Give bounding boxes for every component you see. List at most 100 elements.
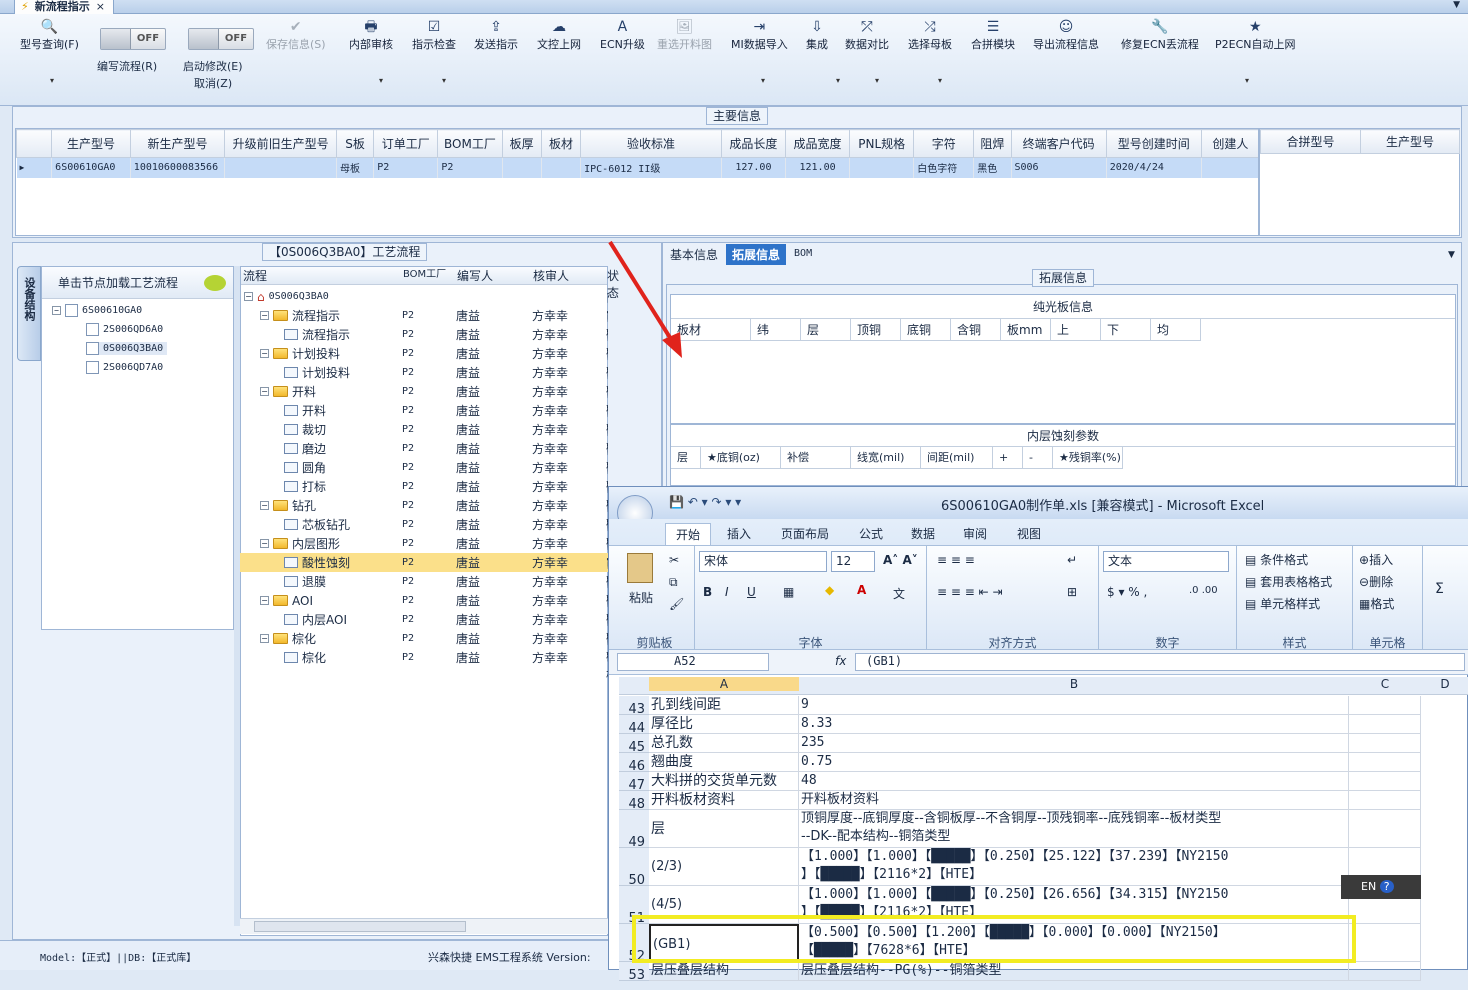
insert-cells-button[interactable]: ⊕插入 (1359, 551, 1393, 568)
column-header[interactable]: 升级前旧生产型号 (224, 129, 337, 158)
toolbar-button-image[interactable]: 🖼 重选开料图 (657, 18, 712, 52)
excel-tab-formulas[interactable]: 公式 (849, 523, 893, 544)
tree-node-root[interactable]: −6S00610GA0 (52, 304, 142, 317)
flow-row[interactable]: 开料P2唐益方幸幸已审核 (240, 387, 608, 435)
align-left-icon[interactable]: ≡ ≡ ≡ ⇤ ⇥ (937, 585, 1003, 599)
chevron-down-icon[interactable]: ▼ (1448, 250, 1455, 260)
collapse-icon[interactable]: − (260, 311, 269, 320)
cell-b[interactable]: 顶铜厚度--底铜厚度--含铜板厚--不含铜厚--顶残铜率--底残铜率--板材类型… (799, 810, 1349, 848)
excel-tab-home[interactable]: 开始 (665, 523, 712, 545)
table-cell[interactable]: P2 (437, 157, 503, 178)
cell-b[interactable]: 8.33 (799, 715, 1349, 734)
toolbar-button-upload[interactable]: ⇪ 发送指示 (474, 18, 518, 52)
border-icon[interactable]: ▦ (783, 585, 794, 599)
column-header[interactable]: 订单工厂 (373, 129, 439, 158)
flow-row[interactable]: −计划投料P2唐益方幸幸已审核 (240, 330, 608, 378)
cancel-label[interactable]: 取消(Z) (194, 75, 232, 91)
bare-board-column[interactable]: 板mm (1001, 319, 1051, 341)
cell-a[interactable]: 厚径比 (649, 715, 799, 734)
flow-row[interactable]: 计划投料P2唐益方幸幸已审核 (240, 349, 608, 397)
table-cell[interactable] (541, 157, 582, 178)
dropdown-arrow-icon[interactable]: ▾ (761, 76, 765, 85)
conditional-format-button[interactable]: ▤ 条件格式 (1245, 551, 1308, 568)
table-format-button[interactable]: ▤ 套用表格格式 (1245, 573, 1332, 590)
collapse-icon[interactable]: − (244, 292, 253, 301)
cell-c[interactable] (1349, 753, 1421, 772)
font-name-select[interactable]: 宋体 (699, 551, 827, 572)
toolbar-button-cloud[interactable]: ☁ 文控上网 (537, 18, 581, 52)
flow-root-node[interactable]: − ⌂ 0S006Q3BA0 (240, 287, 608, 306)
table-cell[interactable]: 6S00610GA0 (51, 157, 131, 178)
bare-board-column[interactable]: 均 (1151, 319, 1201, 341)
cell-c[interactable] (1349, 734, 1421, 753)
toolbar-button-letter-a[interactable]: A ECN升级 (600, 18, 645, 52)
excel-tab-page-layout[interactable]: 页面布局 (771, 523, 839, 544)
inner-etch-column[interactable]: - (1023, 447, 1053, 469)
flow-column-header[interactable]: 核审人 (533, 267, 569, 284)
horizontal-scrollbar[interactable] (240, 918, 608, 934)
formula-input[interactable]: (GB1) (855, 653, 1465, 671)
collapse-icon[interactable]: − (260, 501, 269, 510)
start-edit-toggle[interactable]: OFF (188, 28, 254, 50)
cell-b[interactable]: 层压叠层结构--PG(%)--铜箔类型 (799, 962, 1349, 981)
cell-a[interactable]: 孔到线间距 (649, 696, 799, 715)
table-cell[interactable]: 白色字符 (913, 157, 975, 178)
column-header-d[interactable]: D (1421, 677, 1468, 691)
flow-row[interactable]: −内层图形P2唐益方幸幸已审核 (240, 520, 608, 568)
toolbar-button-download[interactable]: ⇩ 集成 (806, 18, 828, 52)
column-header[interactable]: PNL规格 (849, 129, 915, 158)
toolbar-button-check[interactable]: ✔ 保存信息(S) (266, 18, 326, 52)
excel-tab-insert[interactable]: 插入 (717, 523, 761, 544)
format-painter-icon[interactable]: 🖌 (669, 597, 684, 611)
dropdown-arrow-icon[interactable]: ▾ (938, 76, 942, 85)
inner-etch-column[interactable]: ★残铜率(%) (1053, 447, 1123, 469)
column-header[interactable]: 成品长度 (720, 129, 786, 158)
inner-etch-column[interactable]: + (993, 447, 1023, 469)
column-header[interactable]: 成品宽度 (784, 129, 851, 158)
dropdown-arrow-icon[interactable]: ▾ (836, 76, 840, 85)
bare-board-column[interactable]: 含铜 (951, 319, 1001, 341)
bare-board-column[interactable]: 上 (1051, 319, 1101, 341)
chevron-down-icon[interactable]: ▼ (1453, 0, 1460, 10)
dropdown-arrow-icon[interactable]: ▾ (50, 76, 54, 85)
table-cell[interactable] (224, 157, 337, 178)
paste-button[interactable]: 粘贴 (629, 589, 653, 606)
cell-a[interactable]: (2/3) (649, 848, 799, 886)
column-header[interactable]: 板厚 (501, 129, 542, 158)
tab-extended-info[interactable]: 拓展信息 (726, 244, 787, 265)
table-cell[interactable]: P2 (373, 157, 439, 178)
column-header-b[interactable]: B (799, 677, 1349, 691)
column-header[interactable]: 生产型号 (51, 129, 131, 158)
tree-node-selected[interactable]: 0S006Q3BA0 (86, 342, 168, 355)
cell-a[interactable]: 总孔数 (649, 734, 799, 753)
cell-b[interactable]: 48 (799, 772, 1349, 791)
cell-c[interactable] (1349, 696, 1421, 715)
cell-b[interactable]: 【1.000】【1.000】【█████】【0.250】【25.122】【37.… (799, 848, 1349, 886)
cell-a[interactable]: 翘曲度 (649, 753, 799, 772)
column-header[interactable]: 型号创建时间 (1105, 129, 1202, 158)
cell-style-button[interactable]: ▤ 单元格样式 (1245, 595, 1320, 612)
column-header-a[interactable]: A (649, 677, 799, 691)
fx-icon[interactable]: fx (835, 654, 846, 668)
flow-row[interactable]: 酸性蚀刻P2唐益方幸幸已审核 (240, 539, 608, 587)
row-header[interactable]: 49 (619, 810, 649, 850)
flow-column-header[interactable]: 流程 (243, 267, 267, 284)
tab-equipment-structure[interactable]: 设备结构 (17, 266, 41, 361)
column-header[interactable]: 创建人 (1200, 129, 1258, 158)
cell-c[interactable] (1349, 791, 1421, 810)
cell-a[interactable]: 开料板材资料 (649, 791, 799, 810)
flow-row[interactable]: 流程指示P2唐益方幸幸已审核 (240, 311, 608, 359)
collapse-icon[interactable]: − (260, 349, 269, 358)
toolbar-button-printer[interactable]: 🖶 内部审核 (349, 18, 393, 52)
inner-etch-column[interactable]: ★底铜(oz) (701, 447, 781, 469)
align-top-icon[interactable]: ≡ ≡ ≡ (937, 553, 975, 567)
flow-row[interactable]: −AOIP2唐益方幸幸已审核 (240, 577, 608, 625)
number-format-select[interactable]: 文本 (1103, 551, 1229, 572)
italic-icon[interactable]: I (725, 585, 729, 599)
ime-bar[interactable]: EN ? (1341, 875, 1421, 899)
flow-row[interactable]: 芯板钻孔P2唐益方幸幸已审核 (240, 501, 608, 549)
cell-a[interactable]: 层压叠层结构 (649, 962, 799, 981)
flow-row[interactable]: 磨边P2唐益方幸幸已审核 (240, 425, 608, 473)
row-header[interactable]: 43 (619, 696, 649, 717)
row-header[interactable]: 47 (619, 772, 649, 793)
